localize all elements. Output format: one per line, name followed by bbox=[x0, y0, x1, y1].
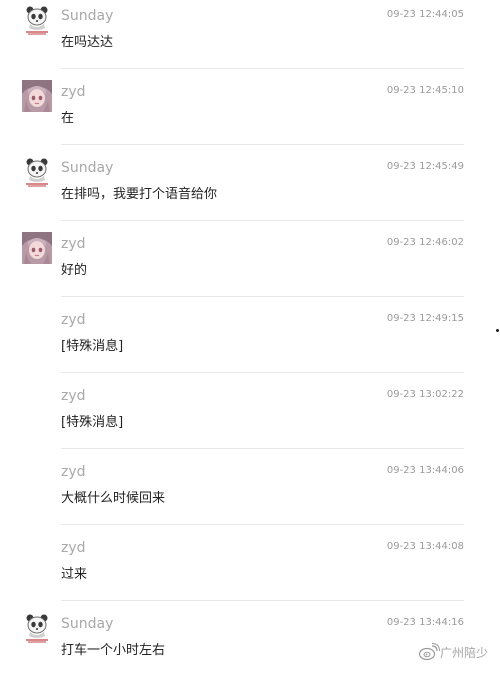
message-text: [特殊消息] bbox=[61, 339, 124, 354]
message-divider bbox=[61, 220, 464, 221]
message-divider bbox=[61, 448, 464, 449]
message-text: 在 bbox=[61, 111, 75, 126]
message-text: 过来 bbox=[61, 567, 88, 582]
sender-name: zyd bbox=[61, 312, 86, 328]
message-item[interactable]: zyd 09-23 12:46:02 好的 bbox=[0, 228, 500, 304]
message-divider bbox=[61, 144, 464, 145]
sender-name: zyd bbox=[61, 236, 86, 252]
anime-girl-avatar[interactable] bbox=[22, 80, 52, 112]
message-item[interactable]: Sunday 09-23 12:45:49 在排吗，我要打个语音给你 bbox=[0, 152, 500, 228]
sender-name: zyd bbox=[61, 388, 86, 404]
message-timestamp: 09-23 12:45:49 bbox=[386, 161, 464, 172]
panda-avatar[interactable] bbox=[22, 4, 52, 36]
sender-name: zyd bbox=[61, 540, 86, 556]
anime-girl-avatar[interactable] bbox=[22, 232, 52, 264]
message-divider bbox=[61, 68, 464, 69]
message-timestamp: 09-23 13:44:08 bbox=[386, 541, 464, 552]
message-timestamp: 09-23 12:44:05 bbox=[386, 9, 464, 20]
sender-name: Sunday bbox=[61, 616, 114, 632]
sender-name: zyd bbox=[61, 464, 86, 480]
message-timestamp: 09-23 12:49:15 bbox=[386, 313, 464, 324]
panda-avatar[interactable] bbox=[22, 156, 52, 188]
message-item[interactable]: zyd 09-23 12:45:10 在 bbox=[0, 76, 500, 152]
message-text: 大概什么时候回来 bbox=[61, 491, 166, 506]
message-item[interactable]: zyd 09-23 13:44:06 大概什么时候回来 bbox=[0, 456, 500, 532]
message-text: [特殊消息] bbox=[61, 415, 124, 430]
panda-avatar[interactable] bbox=[22, 612, 52, 644]
message-text: 打车一个小时左右 bbox=[61, 643, 166, 658]
message-divider bbox=[61, 524, 464, 525]
sender-name: Sunday bbox=[61, 8, 114, 24]
watermark: 广州陪少 bbox=[418, 642, 498, 664]
sender-name: Sunday bbox=[61, 160, 114, 176]
message-text: 好的 bbox=[61, 263, 88, 278]
message-timestamp: 09-23 13:44:06 bbox=[386, 465, 464, 476]
message-divider bbox=[61, 296, 464, 297]
message-item[interactable]: zyd 09-23 13:02:22 [特殊消息] bbox=[0, 380, 500, 456]
message-item[interactable]: zyd 09-23 13:44:08 过来 bbox=[0, 532, 500, 608]
message-timestamp: 09-23 12:45:10 bbox=[386, 85, 464, 96]
message-text: 在吗达达 bbox=[61, 35, 114, 50]
message-text: 在排吗，我要打个语音给你 bbox=[61, 187, 218, 202]
message-timestamp: 09-23 12:46:02 bbox=[386, 237, 464, 248]
message-item[interactable]: zyd 09-23 12:49:15 [特殊消息] bbox=[0, 304, 500, 380]
message-divider bbox=[61, 600, 464, 601]
message-timestamp: 09-23 13:02:22 bbox=[386, 389, 464, 400]
weibo-icon bbox=[418, 642, 440, 662]
message-divider bbox=[61, 372, 464, 373]
sender-name: zyd bbox=[61, 84, 86, 100]
message-timestamp: 09-23 13:44:16 bbox=[386, 617, 464, 628]
watermark-text: 广州陪少 bbox=[440, 646, 489, 660]
message-item[interactable]: Sunday 09-23 12:44:05 在吗达达 bbox=[0, 0, 500, 76]
stray-dot bbox=[496, 329, 499, 332]
